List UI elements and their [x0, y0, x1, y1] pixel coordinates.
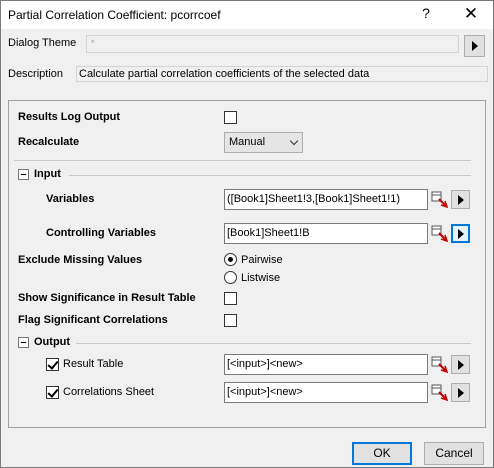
chevron-down-icon — [289, 136, 299, 146]
results-log-label: Results Log Output — [18, 111, 121, 123]
variables-input[interactable]: ([Book1]Sheet1!3,[Book1]Sheet1!1) — [224, 189, 428, 210]
listwise-radio[interactable] — [224, 271, 237, 284]
recalculate-select[interactable]: Manual — [224, 132, 303, 153]
controlling-variables-menu-button[interactable] — [451, 224, 470, 243]
recalculate-label: Recalculate — [18, 136, 80, 148]
dialog-theme-value: * — [91, 38, 95, 48]
controlling-variables-input[interactable]: [Book1]Sheet1!B — [224, 223, 428, 244]
dialog-theme-field[interactable]: * — [86, 35, 459, 53]
flag-significant-checkbox[interactable] — [224, 314, 237, 327]
pairwise-radio[interactable] — [224, 253, 237, 266]
show-significance-label: Show Significance in Result Table — [18, 292, 196, 304]
pairwise-label: Pairwise — [241, 254, 283, 266]
input-section-title: Input — [34, 168, 61, 180]
description-label: Description — [8, 68, 64, 80]
arrow-right-icon — [457, 387, 464, 398]
divider — [69, 175, 471, 176]
description-text: Calculate partial correlation coefficien… — [79, 68, 370, 80]
controlling-variables-value: [Book1]Sheet1!B — [227, 227, 310, 239]
arrow-right-icon — [471, 41, 478, 51]
dialog-theme-label: Dialog Theme — [8, 37, 77, 49]
divider — [76, 343, 471, 344]
result-table-input[interactable]: [<input>]<new> — [224, 354, 428, 375]
dialog-window: Partial Correlation Coefficient: pcorrco… — [0, 0, 494, 468]
close-icon[interactable]: ✕ — [460, 3, 482, 25]
select-range-icon[interactable] — [431, 355, 449, 374]
show-significance-checkbox[interactable] — [224, 292, 237, 305]
flag-significant-label: Flag Significant Correlations — [18, 314, 168, 326]
help-icon[interactable]: ? — [418, 5, 434, 23]
ok-button[interactable]: OK — [352, 442, 412, 465]
output-section-title: Output — [34, 336, 71, 348]
select-range-icon[interactable] — [431, 383, 449, 402]
arrow-right-icon — [457, 359, 464, 370]
result-table-label: Result Table — [63, 358, 124, 370]
variables-value: ([Book1]Sheet1!3,[Book1]Sheet1!1) — [227, 193, 401, 205]
correlations-sheet-menu-button[interactable] — [451, 383, 470, 402]
select-range-icon[interactable] — [431, 190, 449, 209]
listwise-label: Listwise — [241, 272, 281, 284]
cancel-button[interactable]: Cancel — [424, 442, 484, 465]
divider — [14, 160, 471, 161]
result-table-value: [<input>]<new> — [227, 358, 303, 370]
title-bar: Partial Correlation Coefficient: pcorrco… — [1, 1, 493, 29]
arrow-right-icon — [457, 194, 464, 205]
collapse-icon[interactable] — [18, 169, 29, 180]
correlations-sheet-value: [<input>]<new> — [227, 386, 303, 398]
recalculate-value: Manual — [229, 136, 266, 148]
controlling-variables-label: Controlling Variables — [46, 227, 157, 239]
variables-label: Variables — [46, 193, 95, 205]
result-table-checkbox[interactable] — [46, 358, 59, 371]
arrow-right-icon — [457, 228, 464, 239]
theme-menu-button[interactable] — [464, 35, 485, 57]
result-table-menu-button[interactable] — [451, 355, 470, 374]
variables-menu-button[interactable] — [451, 190, 470, 209]
correlations-sheet-input[interactable]: [<input>]<new> — [224, 382, 428, 403]
correlations-sheet-checkbox[interactable] — [46, 386, 59, 399]
window-title: Partial Correlation Coefficient: pcorrco… — [8, 8, 221, 22]
collapse-icon[interactable] — [18, 337, 29, 348]
description-field: Calculate partial correlation coefficien… — [76, 66, 488, 82]
correlations-sheet-label: Correlations Sheet — [63, 386, 155, 398]
select-range-icon[interactable] — [431, 224, 449, 243]
exclude-missing-label: Exclude Missing Values — [18, 254, 143, 266]
results-log-checkbox[interactable] — [224, 111, 237, 124]
